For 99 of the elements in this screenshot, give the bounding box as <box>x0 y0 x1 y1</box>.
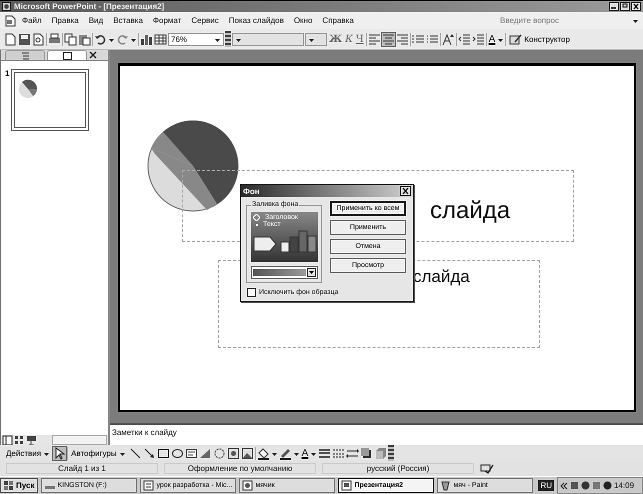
status-text: Слайд 1 из 1 <box>6 463 158 474</box>
actions-menu[interactable]: Действия <box>4 448 52 458</box>
print-preview-icon[interactable] <box>32 32 45 46</box>
close-icon[interactable] <box>89 51 97 59</box>
undo-icon[interactable] <box>94 32 107 46</box>
toolbar-grip[interactable] <box>388 445 394 461</box>
outline-icon <box>20 52 30 60</box>
zoom-value: 76% <box>171 34 188 44</box>
normal-view-icon[interactable] <box>2 434 13 446</box>
copy-icon[interactable] <box>64 32 77 46</box>
design-button[interactable]: Конструктор <box>507 32 572 46</box>
text-box-icon[interactable] <box>184 446 198 460</box>
menu-item[interactable]: Правка <box>48 16 83 25</box>
outdent-icon[interactable] <box>458 32 471 46</box>
numbering-icon[interactable] <box>412 32 425 46</box>
autoshapes-menu[interactable]: Автофигуры <box>69 448 128 458</box>
close-icon[interactable] <box>631 2 641 11</box>
chart-icon[interactable] <box>140 32 153 46</box>
sorter-view-icon[interactable] <box>14 434 25 446</box>
caret-icon <box>307 268 316 277</box>
menu-item[interactable]: Справка <box>318 16 358 25</box>
minimize-icon[interactable] <box>609 2 619 11</box>
document-icon <box>143 480 154 491</box>
status-text: Оформление по умолчанию <box>164 463 316 474</box>
slide-title: слайда <box>430 197 510 225</box>
font-color-button[interactable]: A <box>488 34 496 44</box>
design-icon <box>509 32 522 46</box>
app-icon <box>2 2 11 11</box>
slideshow-view-icon[interactable] <box>26 434 37 446</box>
sample-shapes-drawing <box>253 229 319 253</box>
panel-tab[interactable] <box>5 50 45 60</box>
menu-item[interactable]: Показ слайдов <box>224 16 288 25</box>
print-icon[interactable] <box>48 32 61 46</box>
diagram-icon[interactable] <box>212 446 226 460</box>
pen-icon[interactable] <box>278 446 292 460</box>
menu-item[interactable]: Сервис <box>187 16 223 25</box>
horizontal-scrollbar[interactable] <box>52 435 107 445</box>
shadow-icon[interactable] <box>360 446 374 460</box>
menu-item[interactable]: Формат <box>148 16 186 25</box>
arrow-icon[interactable] <box>142 446 156 460</box>
spelling-icon <box>480 464 494 474</box>
menu-item[interactable]: Вставка <box>109 16 147 25</box>
grow-font-icon[interactable] <box>442 32 455 46</box>
font-field[interactable] <box>232 32 304 46</box>
format-button[interactable]: Ж <box>328 34 344 44</box>
align-center-icon[interactable] <box>382 32 395 46</box>
slide-subtitle: слайда <box>413 267 470 287</box>
font-size-field[interactable] <box>305 32 327 46</box>
menu-item[interactable]: Вид <box>84 16 108 25</box>
paste-icon[interactable] <box>78 32 91 46</box>
dialog-title: Фон <box>243 186 260 196</box>
format-button[interactable]: К <box>344 34 354 44</box>
notes-text: Заметки к слайду <box>112 428 177 437</box>
fill-bucket-icon[interactable] <box>256 446 270 460</box>
notes-pane[interactable]: Заметки к слайду <box>110 423 643 445</box>
indent-icon[interactable] <box>472 32 485 46</box>
panel-tab[interactable] <box>47 50 87 60</box>
language-indicator[interactable]: RU <box>538 480 554 491</box>
clip-art-icon[interactable] <box>226 446 240 460</box>
restore-icon[interactable] <box>620 2 630 11</box>
dash-style-icon[interactable] <box>332 446 346 460</box>
save-icon[interactable] <box>18 32 31 46</box>
help-search-field[interactable]: Введите вопрос <box>500 16 630 25</box>
rectangle-icon[interactable] <box>156 446 170 460</box>
zoom-field[interactable]: 76% <box>168 32 224 46</box>
menu-item[interactable]: Файл <box>18 16 46 25</box>
windows-logo-icon <box>4 480 14 490</box>
menu-item[interactable]: Окно <box>290 16 316 25</box>
slide-number: 1 <box>5 69 10 80</box>
cursor-icon[interactable] <box>53 446 66 460</box>
start-button[interactable]: Пуск <box>0 478 38 493</box>
toolbar-grip[interactable] <box>225 31 231 47</box>
font-color-button[interactable]: A <box>300 448 310 458</box>
double-arrow-icon[interactable] <box>346 446 360 460</box>
format-button[interactable]: Ч <box>354 34 365 44</box>
caret-icon[interactable] <box>632 17 639 24</box>
slide-thumbnail[interactable] <box>11 69 90 131</box>
fill-dropdown[interactable] <box>251 266 318 279</box>
image-icon[interactable] <box>240 446 254 460</box>
status-text: русский (Россия) <box>322 463 474 474</box>
window-icon <box>242 480 254 491</box>
window-title: Microsoft PowerPoint - [Презентация2] <box>14 2 166 11</box>
oval-icon[interactable] <box>170 446 184 460</box>
line-icon[interactable] <box>128 446 142 460</box>
checkbox[interactable] <box>247 288 256 297</box>
close-icon[interactable] <box>400 186 411 196</box>
document-icon[interactable] <box>4 14 16 26</box>
chevron-icon[interactable] <box>560 482 568 490</box>
line-weight-icon[interactable] <box>318 446 332 460</box>
pie-chart-drawing <box>18 79 38 99</box>
paint-icon <box>440 480 452 491</box>
align-left-icon[interactable] <box>368 32 381 46</box>
align-right-icon[interactable] <box>396 32 409 46</box>
bullets-icon[interactable] <box>426 32 439 46</box>
document-icon <box>341 480 352 491</box>
new-document-icon[interactable] <box>4 32 17 46</box>
table-icon[interactable] <box>154 32 167 46</box>
diamond-icon <box>253 214 260 221</box>
clock: 14:09 <box>614 481 634 490</box>
